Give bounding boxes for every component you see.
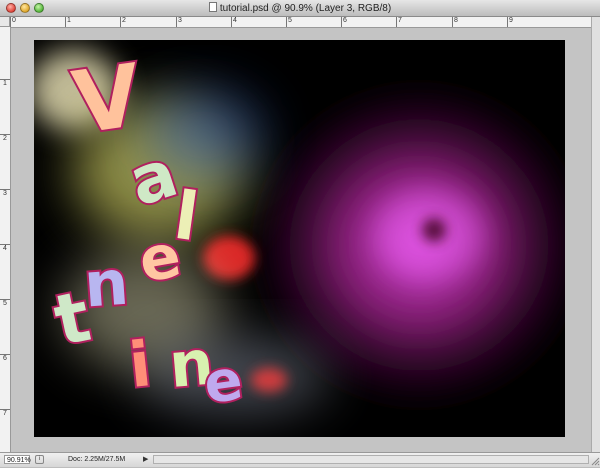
horizontal-ruler[interactable]: 0 1 2 3 4 5 6 7 8 9 [10, 17, 592, 28]
ruler-mark: 4 [231, 17, 237, 27]
ruler-mark: 1 [65, 17, 71, 27]
ruler-mark: 1 [0, 79, 10, 87]
window-title-text: tutorial.psd @ 90.9% (Layer 3, RGB/8) [219, 3, 392, 14]
ruler-mark: 6 [341, 17, 347, 27]
vertical-scrollbar[interactable] [591, 17, 600, 452]
ruler-mark: 9 [507, 17, 513, 27]
ruler-origin[interactable] [0, 17, 10, 27]
ruler-mark: 5 [0, 299, 10, 307]
photoshop-document-window: tutorial.psd @ 90.9% (Layer 3, RGB/8) 0 … [0, 0, 600, 467]
ruler-mark: 3 [176, 17, 182, 27]
status-menu-arrow-icon[interactable]: ▶ [143, 455, 151, 464]
document-canvas[interactable]: V a l e n t i n e [34, 40, 565, 437]
ruler-mark: 7 [0, 409, 10, 417]
document-size-info: Doc: 2.25M/27.5M [68, 456, 126, 463]
ruler-mark: 3 [0, 189, 10, 197]
window-title: tutorial.psd @ 90.9% (Layer 3, RGB/8) [0, 2, 600, 14]
resize-grip-icon[interactable] [591, 453, 600, 466]
ruler-mark: 2 [120, 17, 126, 27]
document-icon [208, 2, 217, 12]
vertical-ruler[interactable]: 1 2 3 4 5 6 7 [0, 27, 11, 452]
letter-n: n [82, 246, 131, 322]
ruler-mark: 7 [396, 17, 402, 27]
zoom-level-field[interactable]: 90.91% [4, 455, 31, 464]
ruler-mark: 5 [286, 17, 292, 27]
status-bar: 90.91% i Doc: 2.25M/27.5M ▶ [0, 452, 600, 467]
title-bar[interactable]: tutorial.psd @ 90.9% (Layer 3, RGB/8) [0, 0, 600, 17]
status-info-icon[interactable]: i [35, 455, 44, 464]
valentine-artwork: V a l e n t i n e [34, 40, 565, 437]
ruler-mark: 4 [0, 244, 10, 252]
ruler-mark: 6 [0, 354, 10, 362]
ruler-mark: 2 [0, 134, 10, 142]
ruler-mark: 8 [452, 17, 458, 27]
horizontal-scrollbar[interactable] [153, 455, 589, 464]
ruler-mark: 0 [10, 17, 16, 27]
